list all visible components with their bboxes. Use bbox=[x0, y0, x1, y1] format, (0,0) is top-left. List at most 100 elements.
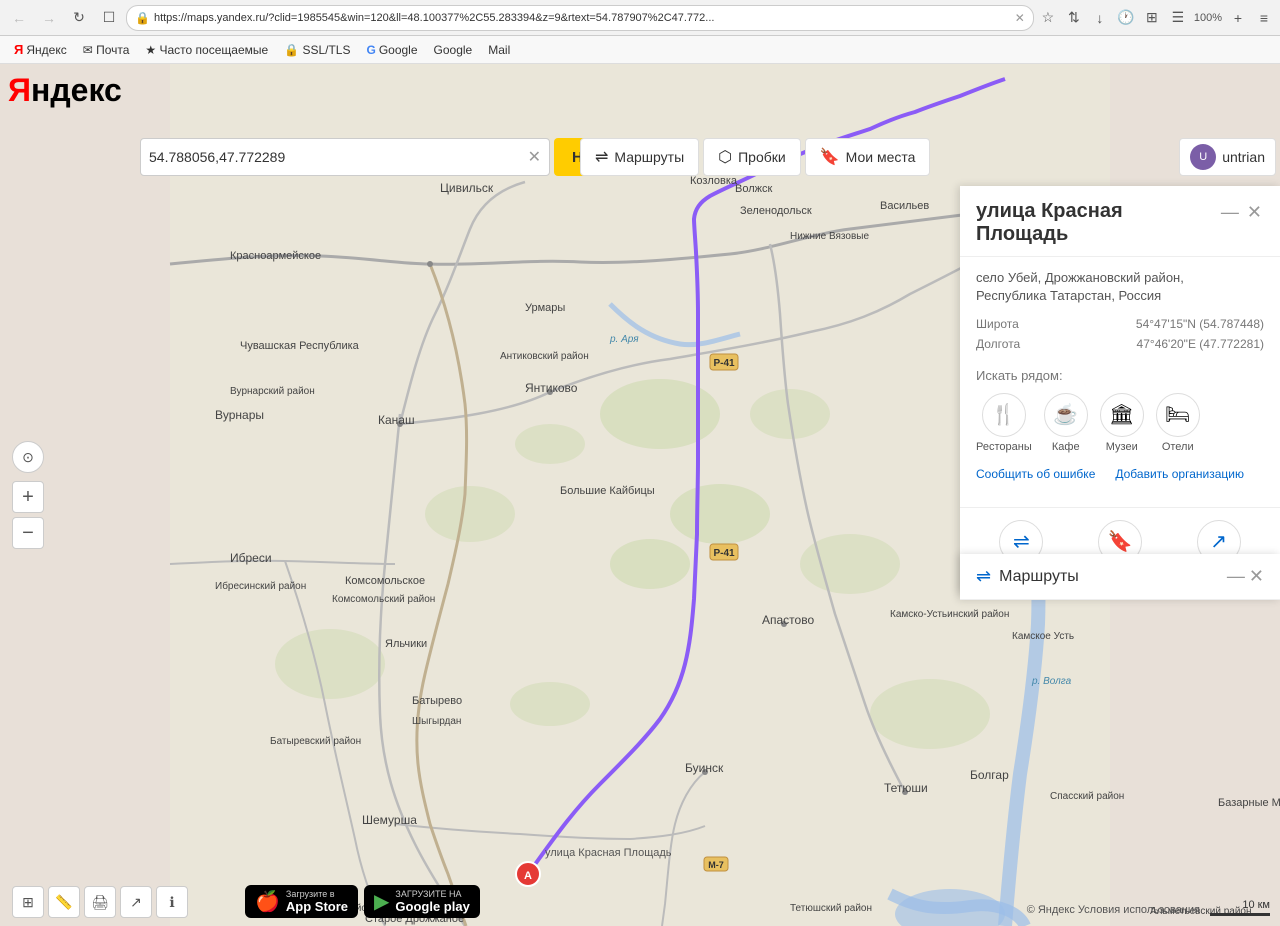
nearby-hotels[interactable]: 🛏 Отели bbox=[1156, 393, 1200, 453]
svg-text:Козловка: Козловка bbox=[690, 175, 738, 187]
routes-icon: ⇌ bbox=[595, 147, 608, 167]
sync-icon[interactable]: ⇅ bbox=[1064, 8, 1084, 28]
user-avatar: U bbox=[1190, 144, 1216, 170]
my-places-btn[interactable]: 🔖 Мои места bbox=[805, 138, 931, 176]
svg-text:Комсомольский район: Комсомольский район bbox=[332, 594, 435, 605]
settings-icon[interactable]: ☰ bbox=[1168, 8, 1188, 28]
bookmark-google[interactable]: G Google bbox=[360, 41, 423, 59]
svg-text:Цивильск: Цивильск bbox=[440, 181, 494, 195]
map-scale: 10 км bbox=[1210, 899, 1270, 916]
zoom-out-btn[interactable]: − bbox=[12, 517, 44, 549]
svg-text:Антиковский район: Антиковский район bbox=[500, 351, 589, 362]
traffic-btn[interactable]: ⬡ Пробки bbox=[703, 138, 801, 176]
history-icon[interactable]: 🕐 bbox=[1116, 8, 1136, 28]
layers-btn[interactable]: ⊞ bbox=[12, 886, 44, 918]
nearby-cafes[interactable]: ☕ Кафе bbox=[1044, 393, 1088, 453]
nearby-museums[interactable]: 🏛 Музеи bbox=[1100, 393, 1144, 453]
google-play-btn[interactable]: ▶ ЗАГРУЗИТЕ НА Google play bbox=[364, 885, 480, 918]
browser-forward-btn[interactable]: → bbox=[36, 5, 62, 31]
browser-reload-btn[interactable]: ↻ bbox=[66, 5, 92, 31]
zoom-controls: ⊙ + − bbox=[12, 441, 44, 549]
svg-text:Яльчики: Яльчики bbox=[385, 638, 427, 650]
compass-btn[interactable]: ⊙ bbox=[12, 441, 44, 473]
bookmark-yandex[interactable]: Я Яндекс bbox=[8, 40, 73, 59]
bookmark-mail[interactable]: ✉ Почта bbox=[77, 41, 136, 59]
svg-text:Базарные Матаки: Базарные Матаки bbox=[1218, 797, 1280, 809]
svg-text:A: A bbox=[524, 870, 532, 882]
yandex-logo[interactable]: Яндекс bbox=[8, 72, 122, 109]
bookmark-google2[interactable]: Google bbox=[428, 41, 479, 59]
svg-text:Шемурша: Шемурша bbox=[362, 813, 417, 827]
location-panel-close-btn[interactable]: ✕ bbox=[1245, 200, 1264, 225]
restaurant-icon: 🍴 bbox=[982, 393, 1026, 437]
svg-text:Вурнары: Вурнары bbox=[215, 408, 264, 422]
apple-app-store-btn[interactable]: 🍎 Загрузите в App Store bbox=[245, 885, 358, 918]
search-input-wrap[interactable]: ✕ bbox=[140, 138, 550, 176]
svg-text:P-41: P-41 bbox=[713, 548, 735, 559]
search-bar: ✕ Найти bbox=[140, 138, 635, 176]
browser-home-btn[interactable]: ☐ bbox=[96, 5, 122, 31]
bookmark-star-icon[interactable]: ☆ bbox=[1038, 8, 1058, 28]
routes-btn[interactable]: ⇌ Маршруты bbox=[580, 138, 699, 176]
svg-text:Ибреси: Ибреси bbox=[230, 551, 272, 565]
svg-text:Большие Кайбицы: Большие Кайбицы bbox=[560, 485, 655, 497]
routes-panel-minimize-btn[interactable]: — bbox=[1227, 566, 1245, 587]
search-input[interactable] bbox=[149, 149, 528, 165]
bookmark-popular[interactable]: ★ Часто посещаемые bbox=[139, 41, 274, 59]
svg-text:Волжск: Волжск bbox=[735, 183, 772, 195]
browser-chrome: ← → ↻ ☐ 🔒 ✕ ☆ ⇅ ↓ 🕐 ⊞ ☰ 100% + ≡ Я Яндек… bbox=[0, 0, 1280, 64]
map-bottom-left-controls: ⊞ 📏 🖨 ↗ ℹ bbox=[12, 886, 188, 918]
apple-icon: 🍎 bbox=[255, 889, 280, 914]
browser-back-btn[interactable]: ← bbox=[6, 5, 32, 31]
bookmark-mail2[interactable]: Mail bbox=[482, 41, 516, 59]
svg-text:Шыгырдан: Шыгырдан bbox=[412, 716, 461, 727]
zoom-in-icon[interactable]: + bbox=[1228, 8, 1248, 28]
user-btn[interactable]: U untrian bbox=[1179, 138, 1276, 176]
search-clear-btn[interactable]: ✕ bbox=[528, 147, 541, 167]
menu-icon[interactable]: ≡ bbox=[1254, 8, 1274, 28]
download-icon[interactable]: ↓ bbox=[1090, 8, 1110, 28]
location-panel-minimize-btn[interactable]: — bbox=[1219, 200, 1241, 225]
url-input[interactable] bbox=[154, 12, 1011, 24]
map-copyright: © Яндекс Условия использования bbox=[1027, 904, 1200, 916]
ruler-btn[interactable]: 📏 bbox=[48, 886, 80, 918]
info-btn[interactable]: ℹ bbox=[156, 886, 188, 918]
svg-text:Камско-Устьинский район: Камско-Устьинский район bbox=[890, 609, 1009, 620]
routes-panel: ⇌ Маршруты — ✕ bbox=[960, 554, 1280, 600]
secure-icon: 🔒 bbox=[135, 11, 150, 25]
svg-text:Ибресинский район: Ибресинский район bbox=[215, 580, 306, 592]
bookmarks-bar: Я Яндекс ✉ Почта ★ Часто посещаемые 🔒 SS… bbox=[0, 36, 1280, 64]
print-btn[interactable]: 🖨 bbox=[84, 886, 116, 918]
location-title: улица Красная Площадь bbox=[976, 200, 1219, 246]
apps-icon[interactable]: ⊞ bbox=[1142, 8, 1162, 28]
bookmark-ssl[interactable]: 🔒 SSL/TLS bbox=[278, 41, 356, 59]
cafe-icon: ☕ bbox=[1044, 393, 1088, 437]
browser-address-bar[interactable]: 🔒 ✕ bbox=[126, 5, 1034, 31]
location-address: село Убей, Дрожжановский район, Республи… bbox=[976, 269, 1264, 305]
user-name: untrian bbox=[1222, 149, 1265, 165]
svg-text:Комсомольское: Комсомольское bbox=[345, 575, 425, 587]
add-org-link[interactable]: Добавить организацию bbox=[1115, 467, 1244, 481]
svg-text:Апастово: Апастово bbox=[762, 613, 814, 627]
svg-text:Спасский район: Спасский район bbox=[1050, 791, 1124, 802]
nearby-restaurants[interactable]: 🍴 Рестораны bbox=[976, 393, 1032, 453]
svg-text:Вурнарский район: Вурнарский район bbox=[230, 386, 315, 397]
svg-text:Болгар: Болгар bbox=[970, 768, 1009, 782]
svg-text:Камское Усть: Камское Усть bbox=[1012, 631, 1074, 642]
zoom-level: 100% bbox=[1194, 12, 1222, 24]
svg-text:P-41: P-41 bbox=[713, 358, 735, 369]
share-btn[interactable]: ↗ bbox=[120, 886, 152, 918]
nearby-icons: 🍴 Рестораны ☕ Кафе 🏛 Музеи 🛏 Отели bbox=[976, 393, 1264, 453]
svg-text:Нижние Вязовые: Нижние Вязовые bbox=[790, 231, 869, 242]
map-container[interactable]: A B P-41 P-41 M-7 Цивильск Волжск Зелено… bbox=[0, 64, 1280, 926]
zoom-in-btn[interactable]: + bbox=[12, 481, 44, 513]
bookmark-icon: 🔖 bbox=[820, 147, 840, 167]
svg-text:M-7: M-7 bbox=[708, 860, 724, 870]
google-play-icon: ▶ bbox=[374, 889, 389, 914]
browser-right-icons: ☆ ⇅ ↓ 🕐 ⊞ ☰ 100% + ≡ bbox=[1038, 8, 1274, 28]
svg-text:Чувашская Республика: Чувашская Республика bbox=[240, 340, 360, 352]
routes-panel-close-btn[interactable]: ✕ bbox=[1249, 566, 1264, 587]
address-bar-clear[interactable]: ✕ bbox=[1015, 11, 1025, 25]
report-error-link[interactable]: Сообщить об ошибке bbox=[976, 467, 1095, 481]
svg-text:Тетюши: Тетюши bbox=[884, 781, 928, 795]
